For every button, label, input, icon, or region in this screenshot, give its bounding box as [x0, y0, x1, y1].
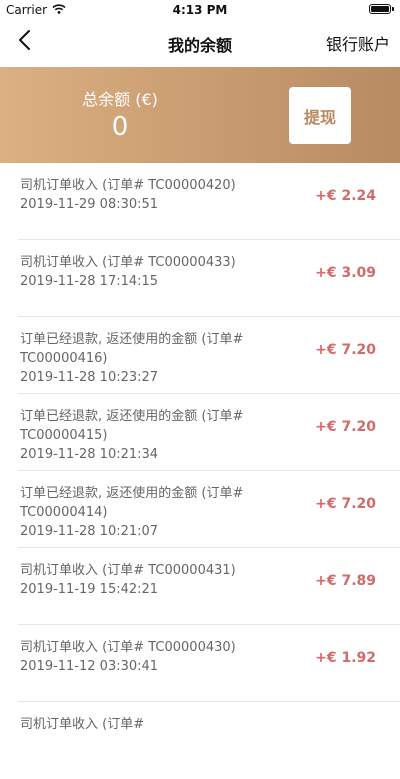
transaction-title: 司机订单收入 (订单# TC00000430) — [20, 640, 236, 655]
bank-account-button[interactable]: 银行账户 — [326, 31, 390, 55]
transaction-row[interactable]: 订单已经退款, 返还使用的金额 (订单# TC00000415) 2019-11… — [0, 394, 400, 471]
transaction-title: 司机订单收入 (订单# TC00000420) — [20, 178, 236, 193]
transaction-date: 2019-11-28 10:21:07 — [20, 524, 159, 539]
transaction-text: 司机订单收入 (订单# TC00000430) 2019-11-12 03:30… — [20, 638, 275, 676]
transaction-text: 订单已经退款, 返还使用的金额 (订单# TC00000414) 2019-11… — [20, 484, 275, 541]
transaction-title: 司机订单收入 (订单# TC00000431) — [20, 563, 236, 578]
transaction-date: 2019-11-29 08:30:51 — [20, 197, 159, 212]
transaction-amount: +€ 7.20 — [315, 419, 376, 435]
transaction-text: 司机订单收入 (订单# TC00000420) 2019-11-29 08:30… — [20, 176, 275, 214]
transaction-title: 司机订单收入 (订单# TC00000433) — [20, 255, 236, 270]
transaction-amount: +€ 7.89 — [315, 573, 376, 589]
transaction-date: 2019-11-12 03:30:41 — [20, 659, 159, 674]
transaction-text: 司机订单收入 (订单# TC00000431) 2019-11-19 15:42… — [20, 561, 275, 599]
balance-value: 0 — [111, 112, 129, 142]
transaction-text: 司机订单收入 (订单# — [20, 715, 275, 734]
withdraw-button[interactable]: 提现 — [289, 87, 351, 144]
transaction-row[interactable]: 司机订单收入 (订单# TC00000433) 2019-11-28 17:14… — [0, 240, 400, 317]
transaction-amount: +€ 2.24 — [315, 188, 376, 204]
transaction-text: 司机订单收入 (订单# TC00000433) 2019-11-28 17:14… — [20, 253, 275, 291]
transaction-list: 司机订单收入 (订单# TC00000420) 2019-11-29 08:30… — [0, 163, 400, 779]
transaction-row[interactable]: 订单已经退款, 返还使用的金额 (订单# TC00000416) 2019-11… — [0, 317, 400, 394]
transaction-title: 订单已经退款, 返还使用的金额 (订单# TC00000416) — [20, 332, 244, 366]
transaction-date: 2019-11-28 10:23:27 — [20, 370, 159, 385]
transaction-text: 订单已经退款, 返还使用的金额 (订单# TC00000416) 2019-11… — [20, 330, 275, 387]
transaction-date: 2019-11-28 10:21:34 — [20, 447, 159, 462]
transaction-title: 订单已经退款, 返还使用的金额 (订单# TC00000415) — [20, 409, 244, 443]
transaction-title: 订单已经退款, 返还使用的金额 (订单# TC00000414) — [20, 486, 244, 520]
transaction-date: 2019-11-28 17:14:15 — [20, 274, 159, 289]
transaction-text: 订单已经退款, 返还使用的金额 (订单# TC00000415) 2019-11… — [20, 407, 275, 464]
transaction-row[interactable]: 司机订单收入 (订单# TC00000430) 2019-11-12 03:30… — [0, 625, 400, 702]
transaction-amount: +€ 7.20 — [315, 342, 376, 358]
battery-icon — [369, 4, 394, 14]
transaction-row[interactable]: 司机订单收入 (订单# TC00000431) 2019-11-19 15:42… — [0, 548, 400, 625]
transaction-date: 2019-11-19 15:42:21 — [20, 582, 159, 597]
transaction-amount: +€ 1.92 — [315, 650, 376, 666]
balance-label: 总余额 (€) — [82, 90, 158, 109]
transaction-amount: +€ 3.09 — [315, 265, 376, 281]
status-time: 4:13 PM — [172, 3, 228, 17]
status-bar: Carrier 4:13 PM — [0, 0, 400, 20]
transaction-amount: +€ 7.20 — [315, 496, 376, 512]
transaction-row[interactable]: 司机订单收入 (订单# — [0, 702, 400, 779]
transaction-row[interactable]: 司机订单收入 (订单# TC00000420) 2019-11-29 08:30… — [0, 163, 400, 240]
navigation-bar: 我的余额 银行账户 — [0, 20, 400, 64]
transaction-row[interactable]: 订单已经退款, 返还使用的金额 (订单# TC00000414) 2019-11… — [0, 471, 400, 548]
transaction-title: 司机订单收入 (订单# — [20, 717, 145, 732]
